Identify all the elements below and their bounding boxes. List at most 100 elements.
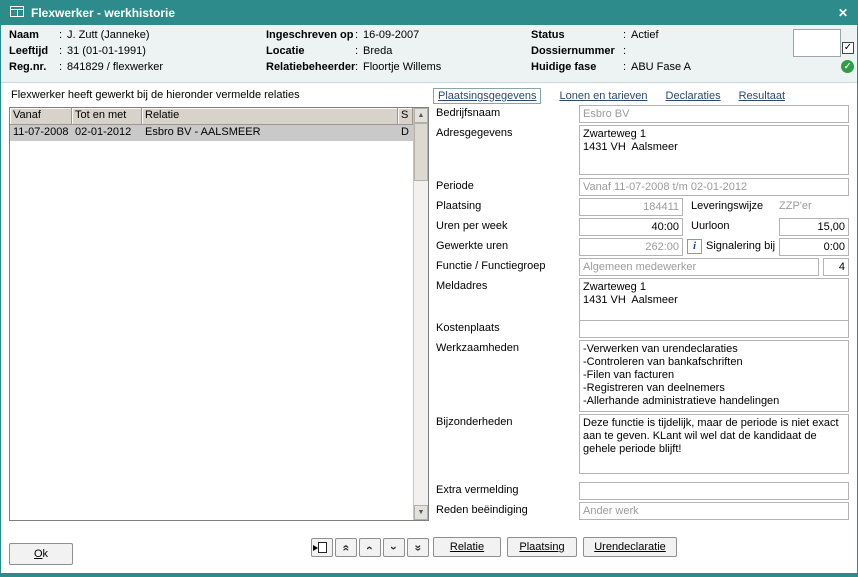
meldadres-field[interactable]: Zwarteweg 1 1431 VH Aalsmeer bbox=[579, 278, 849, 322]
field-colon bbox=[355, 29, 358, 41]
locatie-label: Locatie bbox=[266, 45, 305, 57]
huidige-fase-label: Huidige fase bbox=[531, 61, 596, 73]
column-header-tot-en-met[interactable]: Tot en met bbox=[72, 108, 142, 125]
relatie-button[interactable]: Relatie bbox=[433, 537, 501, 557]
uurloon-label: Uurloon bbox=[691, 220, 730, 232]
cell-s: D bbox=[398, 125, 413, 141]
kostenplaats-label: Kostenplaats bbox=[436, 322, 500, 334]
close-icon[interactable]: ✕ bbox=[838, 6, 848, 20]
field-colon bbox=[355, 61, 358, 73]
double-chevron-up-icon: « bbox=[340, 544, 352, 551]
check-glyph: ✓ bbox=[844, 61, 852, 71]
werkzaamheden-field[interactable]: -Verwerken van urendeclaraties -Controle… bbox=[579, 340, 849, 412]
table-row[interactable]: 11-07-2008 02-01-2012 Esbro BV - AALSMEE… bbox=[10, 125, 413, 141]
status-label: Status bbox=[531, 29, 565, 41]
ingeschreven-value: 16-09-2007 bbox=[363, 29, 419, 41]
werkzaamheden-label: Werkzaamheden bbox=[436, 342, 519, 354]
extra-vermelding-field[interactable] bbox=[579, 482, 849, 500]
dossiernummer-label: Dossiernummer bbox=[531, 45, 615, 57]
uurloon-field[interactable]: 15,00 bbox=[779, 218, 849, 236]
periode-field: Vanaf 11-07-2008 t/m 02-01-2012 bbox=[579, 178, 849, 196]
urendeclaratie-label: Urendeclaratie bbox=[594, 541, 666, 553]
extra-vermelding-label: Extra vermelding bbox=[436, 484, 519, 496]
leeftijd-label: Leeftijd bbox=[9, 45, 48, 57]
move-bottom-button[interactable]: » bbox=[407, 538, 429, 557]
document-arrow-icon bbox=[318, 542, 327, 553]
column-header-s[interactable]: S bbox=[398, 108, 413, 125]
reden-beeindiging-field: Ander werk bbox=[579, 502, 849, 520]
gewerkte-uren-label: Gewerkte uren bbox=[436, 240, 508, 252]
plaatsing-button[interactable]: Plaatsing bbox=[507, 537, 577, 557]
uren-per-week-label: Uren per week bbox=[436, 220, 508, 232]
titlebar: Flexwerker - werkhistorie ✕ bbox=[1, 1, 857, 25]
chevron-down-icon: › bbox=[388, 546, 400, 550]
relatie-label: Relatie bbox=[450, 541, 484, 553]
bedrijfsnaam-field: Esbro BV bbox=[579, 105, 849, 123]
regnr-label: Reg.nr. bbox=[9, 61, 46, 73]
detail-tabs: Plaatsingsgegevens Lonen en tarieven Dec… bbox=[433, 88, 785, 104]
kostenplaats-field[interactable] bbox=[579, 320, 849, 338]
relations-table: Vanaf Tot en met Relatie S 11-07-2008 02… bbox=[9, 107, 429, 521]
tab-lonen-en-tarieven[interactable]: Lonen en tarieven bbox=[559, 90, 647, 102]
adresgegevens-label: Adresgegevens bbox=[436, 127, 512, 139]
naam-label: Naam bbox=[9, 29, 39, 41]
flexwerker-werkhistorie-dialog: Flexwerker - werkhistorie ✕ Naam J. Zutt… bbox=[0, 0, 858, 577]
leeftijd-value: 31 (01-01-1991) bbox=[67, 45, 146, 57]
scroll-up-icon[interactable]: ▲ bbox=[414, 108, 428, 123]
field-colon bbox=[355, 45, 358, 57]
naam-value: J. Zutt (Janneke) bbox=[67, 29, 150, 41]
scroll-down-icon[interactable]: ▼ bbox=[414, 505, 428, 520]
chevron-up-icon: ‹ bbox=[364, 546, 376, 550]
cell-tot-en-met: 02-01-2012 bbox=[72, 125, 142, 141]
signalering-field[interactable]: 0:00 bbox=[779, 238, 849, 256]
column-header-vanaf[interactable]: Vanaf bbox=[10, 108, 72, 125]
cell-vanaf: 11-07-2008 bbox=[10, 125, 72, 141]
uren-per-week-field[interactable]: 40:00 bbox=[579, 218, 683, 236]
leveringswijze-label: Leveringswijze bbox=[691, 200, 763, 212]
plaatsing-label: Plaatsing bbox=[436, 200, 481, 212]
field-colon bbox=[59, 29, 62, 41]
status-value: Actief bbox=[631, 29, 659, 41]
functiegroep-field[interactable]: 4 bbox=[823, 258, 849, 276]
relatiebeheerder-value: Floortje Willems bbox=[363, 61, 441, 73]
relations-caption: Flexwerker heeft gewerkt bij de hieronde… bbox=[11, 89, 300, 101]
functie-label: Functie / Functiegroep bbox=[436, 260, 545, 272]
plaatsing-field: 184411 bbox=[579, 198, 683, 216]
photo-placeholder bbox=[793, 29, 841, 57]
ok-label: Ok bbox=[34, 548, 48, 560]
column-header-relatie[interactable]: Relatie bbox=[142, 108, 398, 125]
tab-declaraties[interactable]: Declaraties bbox=[666, 90, 721, 102]
bijzonderheden-label: Bijzonderheden bbox=[436, 416, 512, 428]
field-colon bbox=[59, 45, 62, 57]
field-colon bbox=[59, 61, 62, 73]
huidige-fase-value: ABU Fase A bbox=[631, 61, 691, 73]
goto-document-button[interactable] bbox=[311, 538, 333, 557]
regnr-value: 841829 / flexwerker bbox=[67, 61, 163, 73]
bijzonderheden-field[interactable]: Deze functie is tijdelijk, maar de perio… bbox=[579, 414, 849, 474]
functie-field: Algemeen medewerker bbox=[579, 258, 819, 276]
urendeclaratie-button[interactable]: Urendeclaratie bbox=[583, 537, 677, 557]
tab-resultaat[interactable]: Resultaat bbox=[739, 90, 785, 102]
field-colon bbox=[623, 29, 626, 41]
leveringswijze-value: ZZP'er bbox=[779, 200, 812, 212]
adresgegevens-field[interactable]: Zwarteweg 1 1431 VH Aalsmeer bbox=[579, 125, 849, 175]
move-top-button[interactable]: « bbox=[335, 538, 357, 557]
header-checkbox[interactable]: ✓ bbox=[842, 42, 854, 54]
scroll-thumb[interactable] bbox=[414, 123, 428, 181]
periode-label: Periode bbox=[436, 180, 474, 192]
table-scrollbar[interactable]: ▲ ▼ bbox=[413, 108, 428, 520]
relatiebeheerder-label: Relatiebeheerder bbox=[266, 61, 355, 73]
tab-plaatsingsgegevens[interactable]: Plaatsingsgegevens bbox=[433, 88, 541, 104]
cell-relatie: Esbro BV - AALSMEER bbox=[142, 125, 398, 141]
table-header: Vanaf Tot en met Relatie S bbox=[10, 108, 413, 125]
meldadres-label: Meldadres bbox=[436, 280, 487, 292]
ok-button[interactable]: Ok bbox=[9, 543, 73, 565]
locatie-value: Breda bbox=[363, 45, 392, 57]
move-down-button[interactable]: › bbox=[383, 538, 405, 557]
move-up-button[interactable]: ‹ bbox=[359, 538, 381, 557]
window-title: Flexwerker - werkhistorie bbox=[31, 6, 175, 20]
bedrijfsnaam-label: Bedrijfsnaam bbox=[436, 107, 500, 119]
reden-beeindiging-label: Reden beëindiging bbox=[436, 504, 528, 516]
info-button[interactable]: i bbox=[687, 239, 702, 254]
double-chevron-down-icon: » bbox=[412, 544, 424, 551]
